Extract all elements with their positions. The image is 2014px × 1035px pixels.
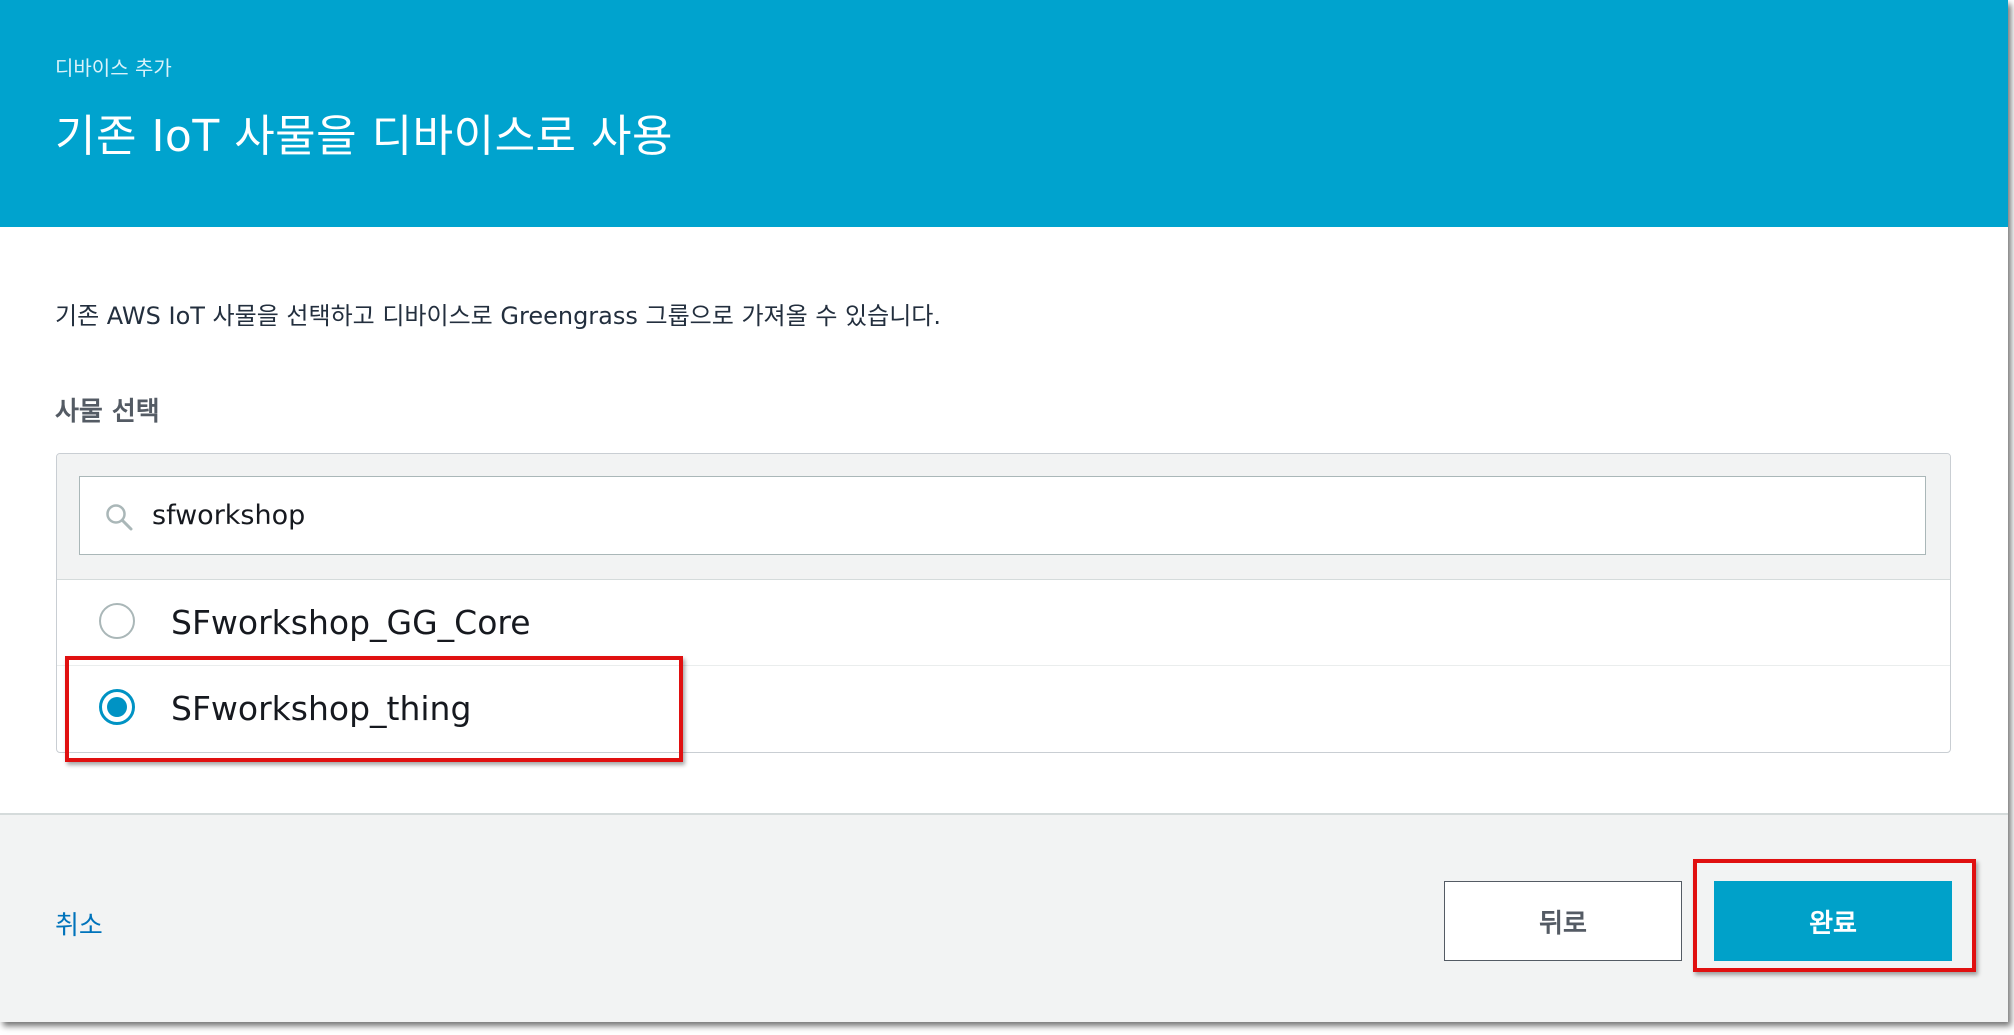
back-button[interactable]: 뒤로 [1444, 881, 1682, 961]
option-label: SFworkshop_GG_Core [171, 603, 531, 642]
dialog-window: 디바이스 추가 기존 IoT 사물을 디바이스로 사용 기존 AWS IoT 사… [0, 0, 2008, 1022]
thing-picker: SFworkshop_GG_Core SFworkshop_thing [56, 453, 1951, 753]
dialog-header: 디바이스 추가 기존 IoT 사물을 디바이스로 사용 [0, 0, 2008, 227]
finish-button[interactable]: 완료 [1714, 881, 1952, 961]
search-icon [104, 502, 134, 532]
search-box[interactable] [79, 476, 1926, 555]
option-label: SFworkshop_thing [171, 689, 472, 728]
search-area [57, 454, 1950, 580]
page-title: 기존 IoT 사물을 디바이스로 사용 [55, 111, 673, 162]
description-text: 기존 AWS IoT 사물을 선택하고 디바이스로 Greengrass 그룹으… [55, 302, 941, 330]
thing-option-gg-core[interactable]: SFworkshop_GG_Core [57, 581, 1950, 666]
select-thing-label: 사물 선택 [55, 397, 160, 427]
radio-gg-core[interactable] [99, 603, 135, 639]
cancel-link[interactable]: 취소 [55, 905, 103, 942]
header-subtitle: 디바이스 추가 [55, 56, 172, 80]
radio-thing[interactable] [99, 689, 135, 725]
dialog-footer: 취소 뒤로 완료 [0, 813, 2008, 1022]
search-input[interactable] [152, 489, 1852, 541]
thing-option-thing[interactable]: SFworkshop_thing [57, 667, 1950, 751]
